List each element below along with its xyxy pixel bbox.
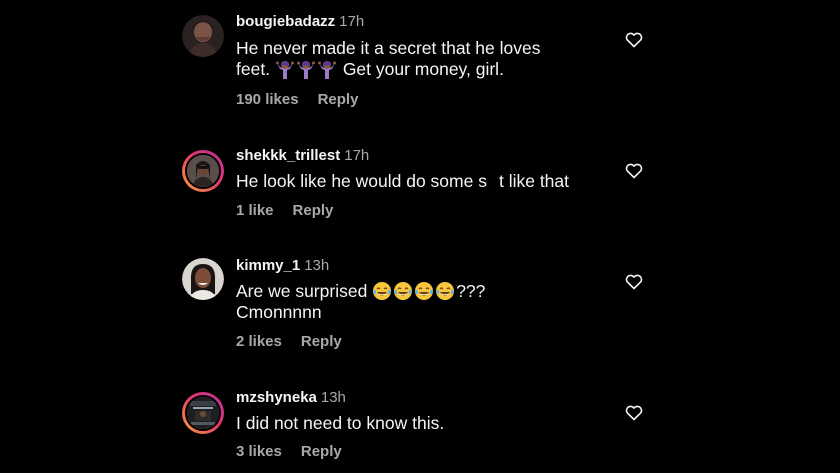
likes-count[interactable]: 1 like [236,202,274,219]
heart-icon[interactable] [625,274,643,290]
comment-text: I did not need to know this. [236,413,445,433]
avatar-image [185,153,221,189]
comment-item: mzshyneka 13h I did not need to know this… [0,0,840,460]
username[interactable]: shekkk_trillest [236,147,340,164]
timestamp: 17h [344,147,370,164]
username[interactable]: mzshyneka [236,389,317,406]
timestamp: 13h [304,257,330,274]
avatar-image [185,395,221,431]
comment-text: He look like he would do some s t like th… [236,171,616,192]
tears-of-joy-emoji [372,281,393,301]
comment-text-segment: Are we surprised [236,281,368,301]
username[interactable]: kimmy_1 [236,257,300,274]
comment-text-line: Are we surprised ??? [236,281,616,302]
avatar[interactable] [182,258,224,300]
tears-of-joy-emoji [414,281,435,301]
likes-count[interactable]: 3 likes [236,443,282,460]
comment-text-segment: ??? [456,281,486,301]
avatar-image [182,258,224,300]
reply-button[interactable]: Reply [301,333,342,350]
timestamp: 13h [320,389,346,406]
reply-button[interactable]: Reply [301,443,342,460]
comment-text-segment: t like that [498,171,570,191]
comment-text: Are we surprised ??? Cmonnnnn [236,281,616,323]
tears-of-joy-emoji [393,281,414,301]
reply-button[interactable]: Reply [293,202,334,219]
avatar[interactable] [182,150,224,192]
tears-of-joy-emoji [435,281,456,301]
heart-icon[interactable] [625,163,643,179]
avatar[interactable] [182,392,224,434]
comment-text-line: Cmonnnnn [236,302,322,322]
likes-count[interactable]: 2 likes [236,333,282,350]
heart-icon[interactable] [625,405,643,421]
comment-text-segment: He look like he would do some s [236,171,487,191]
